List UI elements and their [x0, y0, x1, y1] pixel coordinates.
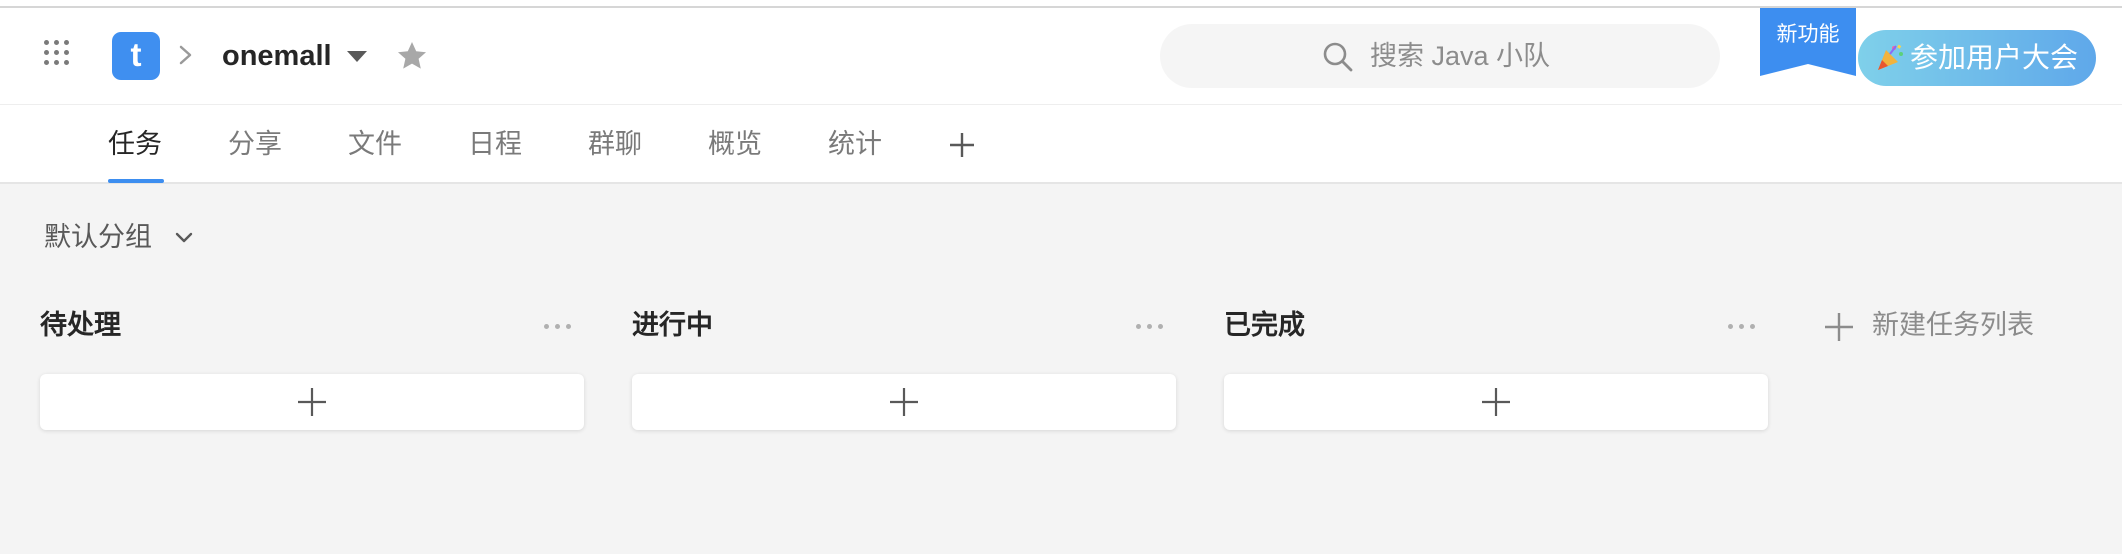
new-feature-label: 新功能: [1776, 22, 1840, 46]
new-feature-ribbon[interactable]: 新功能: [1760, 8, 1856, 76]
project-tabs: 任务 分享 文件 日程 群聊 概览 统计: [0, 104, 2122, 184]
tab-schedule[interactable]: 日程: [468, 127, 522, 163]
join-conference-label: 参加用户大会: [1910, 41, 2079, 74]
apps-grid-icon[interactable]: [44, 40, 76, 72]
project-header: t onemall 搜索 Java 小队 新功能 参加用户大会: [0, 8, 2122, 104]
column-title: 已完成: [1224, 310, 1305, 341]
plus-icon[interactable]: [946, 129, 978, 161]
chevron-down-icon: [175, 232, 193, 243]
tab-tasks[interactable]: 任务: [108, 127, 162, 163]
new-task-list-label: 新建任务列表: [1872, 310, 2034, 341]
search-box[interactable]: 搜索 Java 小队: [1160, 24, 1720, 88]
caret-down-icon[interactable]: [344, 46, 370, 66]
plus-icon: [1825, 313, 1853, 341]
search-placeholder: 搜索 Java 小队: [1370, 41, 1551, 71]
window-top-border: [0, 0, 2122, 8]
column-title: 待处理: [40, 310, 121, 341]
add-task-button[interactable]: [632, 374, 1176, 430]
active-tab-indicator: [108, 179, 164, 183]
search-icon: [1323, 42, 1353, 72]
join-conference-button[interactable]: 参加用户大会: [1858, 30, 2096, 86]
party-popper-icon: [1878, 44, 1903, 70]
add-task-button[interactable]: [40, 374, 584, 430]
more-horizontal-icon[interactable]: [1134, 316, 1166, 336]
plus-icon: [890, 388, 918, 416]
plus-icon: [1482, 388, 1510, 416]
tab-overview[interactable]: 概览: [708, 127, 762, 163]
app-logo[interactable]: t: [112, 32, 160, 80]
tab-group-chat[interactable]: 群聊: [588, 127, 642, 163]
chevron-right-icon: [179, 45, 192, 65]
group-selector[interactable]: 默认分组: [44, 218, 193, 258]
group-selector-label: 默认分组: [44, 222, 152, 253]
project-name[interactable]: onemall: [222, 36, 332, 76]
more-horizontal-icon[interactable]: [1726, 316, 1758, 336]
tab-statistics[interactable]: 统计: [828, 127, 882, 163]
tab-share[interactable]: 分享: [228, 127, 282, 163]
add-task-button[interactable]: [1224, 374, 1768, 430]
star-icon[interactable]: [394, 38, 430, 74]
column-title: 进行中: [632, 310, 713, 341]
more-horizontal-icon[interactable]: [542, 316, 574, 336]
tab-files[interactable]: 文件: [348, 127, 402, 163]
plus-icon: [298, 388, 326, 416]
